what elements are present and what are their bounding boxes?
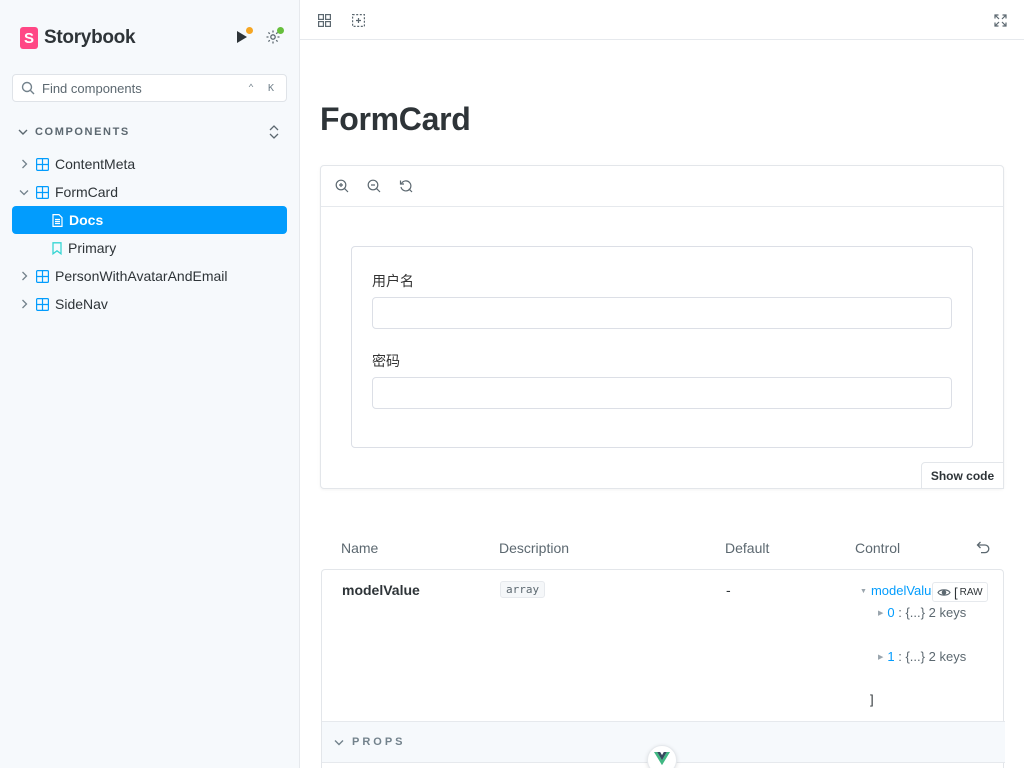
form-card: 用户名 密码: [351, 246, 973, 448]
caret-right-icon: ▶: [878, 654, 884, 661]
tree-item-label: PersonWithAvatarAndEmail: [55, 268, 228, 284]
tree-item-label: SideNav: [55, 296, 108, 312]
fullscreen-icon[interactable]: [992, 12, 1008, 28]
section-label: COMPONENTS: [35, 126, 130, 138]
gear-icon[interactable]: [264, 27, 284, 46]
grid-icon[interactable]: [316, 12, 332, 28]
status-dot: [246, 27, 253, 34]
item-key: 0: [887, 605, 895, 620]
control-item-1[interactable]: ▶ 1 : {...} 2 keys: [878, 649, 966, 664]
story-preview: 用户名 密码 Show code: [320, 165, 1004, 489]
vue-devtools-icon[interactable]: [647, 745, 677, 768]
document-icon: [52, 213, 63, 227]
search-box[interactable]: ⌃ K: [12, 74, 287, 102]
chevron-right-icon: [18, 299, 30, 309]
play-icon[interactable]: [233, 27, 253, 46]
open-bracket: [: [954, 584, 958, 600]
column-control: Control: [855, 540, 901, 556]
password-label: 密码: [372, 353, 400, 369]
storybook-brand[interactable]: S Storybook: [20, 26, 136, 50]
expand-collapse-icon[interactable]: [268, 124, 280, 140]
components-section-header[interactable]: COMPONENTS: [18, 124, 280, 140]
column-name: Name: [341, 540, 379, 556]
chevron-right-icon: [18, 159, 30, 169]
chevron-right-icon: [18, 271, 30, 281]
tree-item-personwithavatarandemail[interactable]: PersonWithAvatarAndEmail: [12, 262, 287, 290]
arg-default: -: [726, 582, 731, 598]
zoom-out-icon[interactable]: [366, 178, 382, 194]
page-title: FormCard: [320, 101, 471, 137]
args-table-body: modelValue array - ▼ modelValue [ RAW ▶ 0 …: [321, 569, 1005, 768]
storybook-logo-icon: S: [20, 27, 38, 49]
tree-item-primary[interactable]: Primary: [12, 234, 287, 262]
preview-toolbar: [300, 0, 1024, 40]
component-tree: ContentMeta FormCard Docs Primary Person…: [12, 150, 287, 318]
raw-button-label: RAW: [959, 586, 983, 598]
tree-item-label: ContentMeta: [55, 156, 136, 172]
outline-icon[interactable]: [350, 12, 366, 28]
arg-name: modelValue: [342, 582, 420, 598]
status-dot: [277, 27, 284, 34]
component-icon: [36, 269, 49, 283]
tree-item-label: Primary: [68, 240, 117, 256]
search-input[interactable]: [42, 80, 242, 96]
sidebar: S Storybook ⌃ K COMPONENTS ContentMeta: [0, 0, 300, 768]
zoom-in-icon[interactable]: [334, 178, 350, 194]
item-count: 2 keys: [928, 649, 967, 664]
column-default: Default: [725, 540, 770, 556]
raw-toggle[interactable]: [ RAW: [932, 582, 988, 602]
eye-icon: [937, 588, 951, 596]
show-code-button[interactable]: Show code: [921, 462, 1004, 489]
search-icon: [21, 81, 35, 95]
column-description: Description: [499, 540, 570, 556]
search-shortcut: ⌃ K: [247, 82, 278, 94]
chevron-down-icon: [334, 739, 344, 745]
bookmark-icon: [52, 241, 62, 255]
tree-item-formcard[interactable]: FormCard: [12, 178, 287, 206]
component-icon: [36, 297, 49, 311]
props-section-label: PROPS: [352, 736, 406, 748]
username-field[interactable]: [372, 297, 952, 329]
chevron-down-icon: [18, 129, 28, 135]
username-label: 用户名: [372, 273, 414, 289]
tree-item-label: Docs: [69, 212, 104, 228]
caret-down-icon: ▼: [860, 588, 867, 595]
object-control-root[interactable]: ▼ modelValue: [860, 583, 939, 598]
control-item-0[interactable]: ▶ 0 : {...} 2 keys: [878, 605, 966, 620]
tree-item-label: FormCard: [55, 184, 119, 200]
component-icon: [36, 157, 49, 171]
chevron-down-icon: [18, 189, 30, 196]
item-key: 1: [887, 649, 895, 664]
undo-icon[interactable]: [976, 541, 990, 557]
item-summary: {...}: [905, 605, 925, 620]
close-bracket: ]: [870, 692, 874, 707]
zoom-toolbar: [321, 166, 1003, 207]
tree-item-docs[interactable]: Docs: [12, 206, 287, 234]
item-summary: {...}: [905, 649, 925, 664]
args-table-header: Name Description Default Control: [320, 540, 1004, 558]
tree-item-sidenav[interactable]: SideNav: [12, 290, 287, 318]
arg-type-badge: array: [500, 581, 546, 598]
brand-name: Storybook: [44, 27, 136, 48]
control-root-key: modelValue: [870, 583, 939, 598]
zoom-reset-icon[interactable]: [398, 178, 414, 194]
component-icon: [36, 185, 49, 199]
tree-item-contentmeta[interactable]: ContentMeta: [12, 150, 287, 178]
item-count: 2 keys: [928, 605, 967, 620]
password-field[interactable]: [372, 377, 952, 409]
caret-right-icon: ▶: [878, 610, 884, 617]
